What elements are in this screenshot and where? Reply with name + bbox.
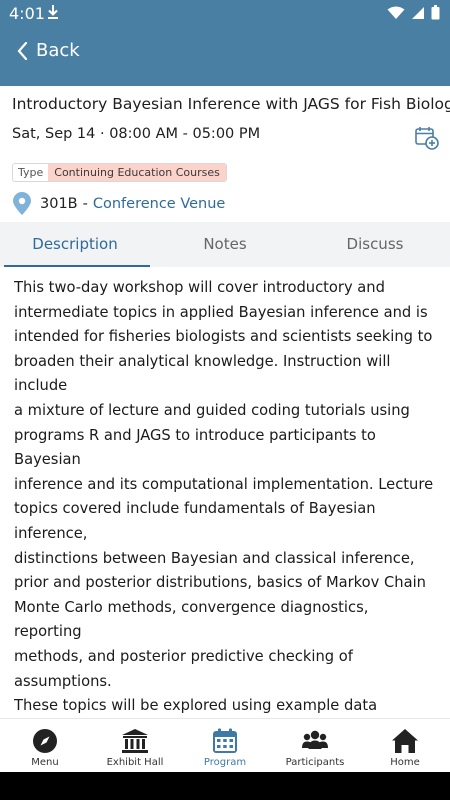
nav-menu-label: Menu (31, 757, 59, 768)
nav-participants[interactable]: Participants (270, 719, 360, 772)
people-icon (302, 730, 328, 749)
session-detail-screen: 4:01 Back Introductory Bayesian Inferenc… (0, 0, 450, 800)
nav-participants-label: Participants (285, 757, 345, 768)
nav-home[interactable]: Home (360, 719, 450, 772)
back-button[interactable]: Back (17, 40, 80, 61)
signal-icon (411, 6, 425, 25)
back-label: Back (36, 40, 80, 61)
app-bar: Back (0, 26, 450, 86)
tab-notes[interactable]: Notes (150, 222, 300, 267)
type-value: Continuing Education Courses (48, 164, 226, 181)
room-number: 301B (40, 196, 78, 212)
compass-icon (33, 729, 57, 753)
battery-icon (431, 5, 440, 25)
system-navigation-bar (0, 772, 450, 800)
session-location: 301B - Conference Venue (12, 192, 225, 216)
nav-home-label: Home (390, 757, 420, 768)
chevron-left-icon (17, 41, 28, 60)
calendar-add-icon (415, 127, 439, 150)
nav-program-label: Program (203, 757, 247, 768)
session-type-badge: Type Continuing Education Courses (12, 163, 227, 182)
venue-link[interactable]: Conference Venue (93, 196, 225, 212)
tab-description[interactable]: Description (0, 222, 150, 267)
nav-exhibit-hall[interactable]: Exhibit Hall (90, 719, 180, 772)
status-time: 4:01 (9, 4, 45, 23)
session-title: Introductory Bayesian Inference with JAG… (12, 95, 450, 113)
status-bar: 4:01 (0, 0, 450, 26)
session-description: This two-day workshop will cover introdu… (14, 279, 434, 715)
download-icon (46, 3, 60, 26)
add-to-calendar-button[interactable] (414, 125, 440, 156)
building-icon (122, 729, 148, 753)
session-datetime: Sat, Sep 14 · 08:00 AM - 05:00 PM (12, 126, 261, 142)
location-separator: - (82, 196, 88, 212)
nav-program[interactable]: Program (180, 719, 270, 772)
home-icon (392, 729, 418, 753)
detail-tabs: Description Notes Discuss (0, 222, 450, 267)
bottom-navigation: Menu Exhibit Hall Program Participants H… (0, 718, 450, 772)
type-label: Type (13, 164, 49, 181)
location-pin-icon (13, 192, 31, 215)
nav-menu[interactable]: Menu (0, 719, 90, 772)
nav-exhibit-hall-label: Exhibit Hall (106, 757, 164, 768)
calendar-icon (213, 728, 237, 753)
wifi-icon (387, 6, 405, 25)
tab-discuss[interactable]: Discuss (300, 222, 450, 267)
